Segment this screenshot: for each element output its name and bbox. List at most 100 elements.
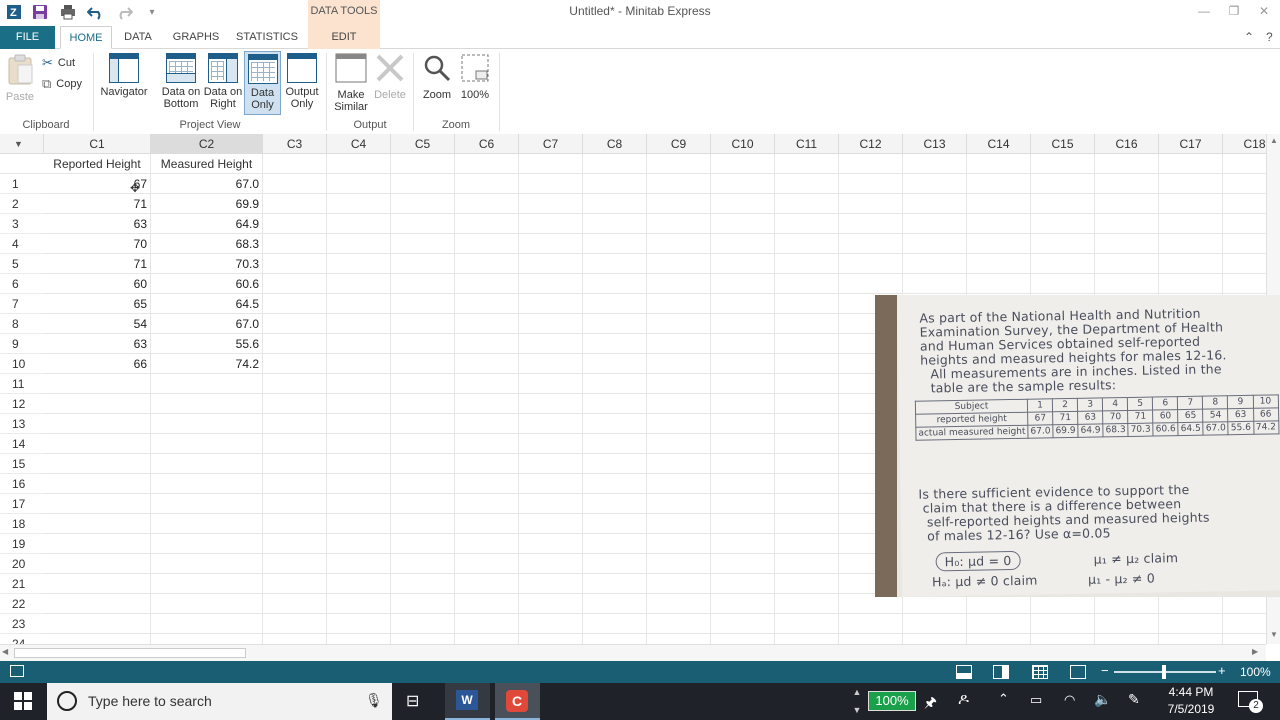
table-cell[interactable] — [391, 494, 455, 514]
table-cell[interactable] — [44, 514, 151, 534]
zoom-out-icon[interactable]: − — [1101, 663, 1109, 678]
minitab-taskbar-button[interactable]: C — [495, 683, 540, 720]
column-name-c3[interactable] — [263, 154, 327, 174]
table-cell[interactable] — [1095, 214, 1159, 234]
table-cell[interactable] — [327, 514, 391, 534]
table-cell[interactable] — [647, 534, 711, 554]
table-cell[interactable] — [711, 194, 775, 214]
table-cell[interactable] — [391, 414, 455, 434]
table-cell[interactable] — [711, 374, 775, 394]
table-cell[interactable] — [455, 554, 519, 574]
table-cell[interactable] — [327, 574, 391, 594]
table-cell[interactable] — [583, 354, 647, 374]
restore-icon[interactable]: ❐ — [1222, 4, 1246, 20]
table-cell[interactable] — [151, 574, 263, 594]
table-cell[interactable] — [775, 274, 839, 294]
table-cell[interactable] — [775, 494, 839, 514]
table-cell[interactable] — [44, 434, 151, 454]
table-cell[interactable] — [775, 374, 839, 394]
column-name-c8[interactable] — [583, 154, 647, 174]
table-cell[interactable] — [583, 394, 647, 414]
column-name-c4[interactable] — [327, 154, 391, 174]
table-cell[interactable] — [391, 514, 455, 534]
table-cell[interactable] — [775, 394, 839, 414]
table-cell[interactable] — [775, 234, 839, 254]
table-cell[interactable] — [711, 294, 775, 314]
table-cell[interactable] — [903, 254, 967, 274]
table-cell[interactable] — [391, 374, 455, 394]
row-header[interactable]: 2 — [0, 194, 44, 214]
column-name-c9[interactable] — [647, 154, 711, 174]
table-cell[interactable] — [263, 274, 327, 294]
row-header[interactable]: 19 — [0, 534, 44, 554]
table-cell[interactable] — [44, 614, 151, 634]
table-cell[interactable] — [903, 634, 967, 644]
zoom-slider-thumb[interactable] — [1162, 665, 1166, 679]
table-cell[interactable] — [1159, 594, 1223, 614]
table-cell[interactable] — [519, 394, 583, 414]
row-header[interactable]: 3 — [0, 214, 44, 234]
table-cell[interactable] — [647, 234, 711, 254]
table-cell[interactable] — [151, 474, 263, 494]
table-cell[interactable] — [583, 554, 647, 574]
table-cell[interactable] — [647, 174, 711, 194]
table-cell[interactable] — [455, 354, 519, 374]
table-cell[interactable] — [455, 314, 519, 334]
table-cell[interactable] — [455, 534, 519, 554]
column-header-c1[interactable]: C1 — [44, 134, 151, 154]
table-cell[interactable] — [711, 574, 775, 594]
row-header[interactable]: 8 — [0, 314, 44, 334]
table-cell[interactable] — [839, 594, 903, 614]
table-cell[interactable] — [647, 354, 711, 374]
table-cell[interactable] — [583, 194, 647, 214]
horizontal-scrollbar[interactable]: ◀ ▶ — [0, 644, 1266, 661]
column-header-c5[interactable]: C5 — [391, 134, 455, 154]
table-cell[interactable] — [1031, 594, 1095, 614]
column-name-c12[interactable] — [839, 154, 903, 174]
table-cell[interactable] — [327, 274, 391, 294]
table-cell[interactable] — [775, 194, 839, 214]
table-cell[interactable] — [711, 514, 775, 534]
table-cell[interactable] — [1223, 614, 1266, 634]
column-name-c7[interactable] — [519, 154, 583, 174]
table-cell[interactable] — [391, 634, 455, 644]
table-cell[interactable] — [711, 274, 775, 294]
row-header[interactable]: 7 — [0, 294, 44, 314]
table-cell[interactable] — [647, 374, 711, 394]
table-cell[interactable] — [455, 234, 519, 254]
row-header[interactable]: 24 — [0, 634, 44, 644]
taskbar-scroll-icon[interactable]: ▲ ▼ — [850, 683, 864, 720]
table-cell[interactable] — [327, 214, 391, 234]
table-cell[interactable] — [903, 214, 967, 234]
scroll-left-icon[interactable]: ◀ — [2, 647, 8, 656]
show-hidden-icons-icon[interactable]: ⌃ — [998, 691, 1009, 707]
table-cell[interactable] — [583, 494, 647, 514]
row-header[interactable]: 6 — [0, 274, 44, 294]
table-cell[interactable] — [775, 614, 839, 634]
table-cell[interactable] — [519, 534, 583, 554]
table-cell[interactable]: 55.6 — [151, 334, 263, 354]
table-cell[interactable] — [327, 254, 391, 274]
table-cell[interactable] — [839, 634, 903, 644]
table-cell[interactable] — [1095, 234, 1159, 254]
table-cell[interactable] — [775, 534, 839, 554]
table-cell[interactable] — [711, 314, 775, 334]
column-header-c14[interactable]: C14 — [967, 134, 1031, 154]
table-cell[interactable] — [711, 554, 775, 574]
column-header-c18[interactable]: C18 — [1223, 134, 1266, 154]
table-cell[interactable] — [839, 234, 903, 254]
table-cell[interactable] — [711, 234, 775, 254]
table-cell[interactable] — [519, 294, 583, 314]
table-cell[interactable] — [263, 334, 327, 354]
table-cell[interactable] — [711, 614, 775, 634]
table-cell[interactable] — [903, 174, 967, 194]
taskbar-search-box[interactable]: Type here to search 🎙 — [47, 683, 392, 720]
column-header-c15[interactable]: C15 — [1031, 134, 1095, 154]
wifi-icon[interactable]: ◠ — [1064, 692, 1075, 708]
table-cell[interactable] — [263, 474, 327, 494]
column-header-c16[interactable]: C16 — [1095, 134, 1159, 154]
table-cell[interactable] — [839, 174, 903, 194]
table-cell[interactable] — [151, 614, 263, 634]
table-cell[interactable] — [391, 554, 455, 574]
table-cell[interactable] — [263, 514, 327, 534]
